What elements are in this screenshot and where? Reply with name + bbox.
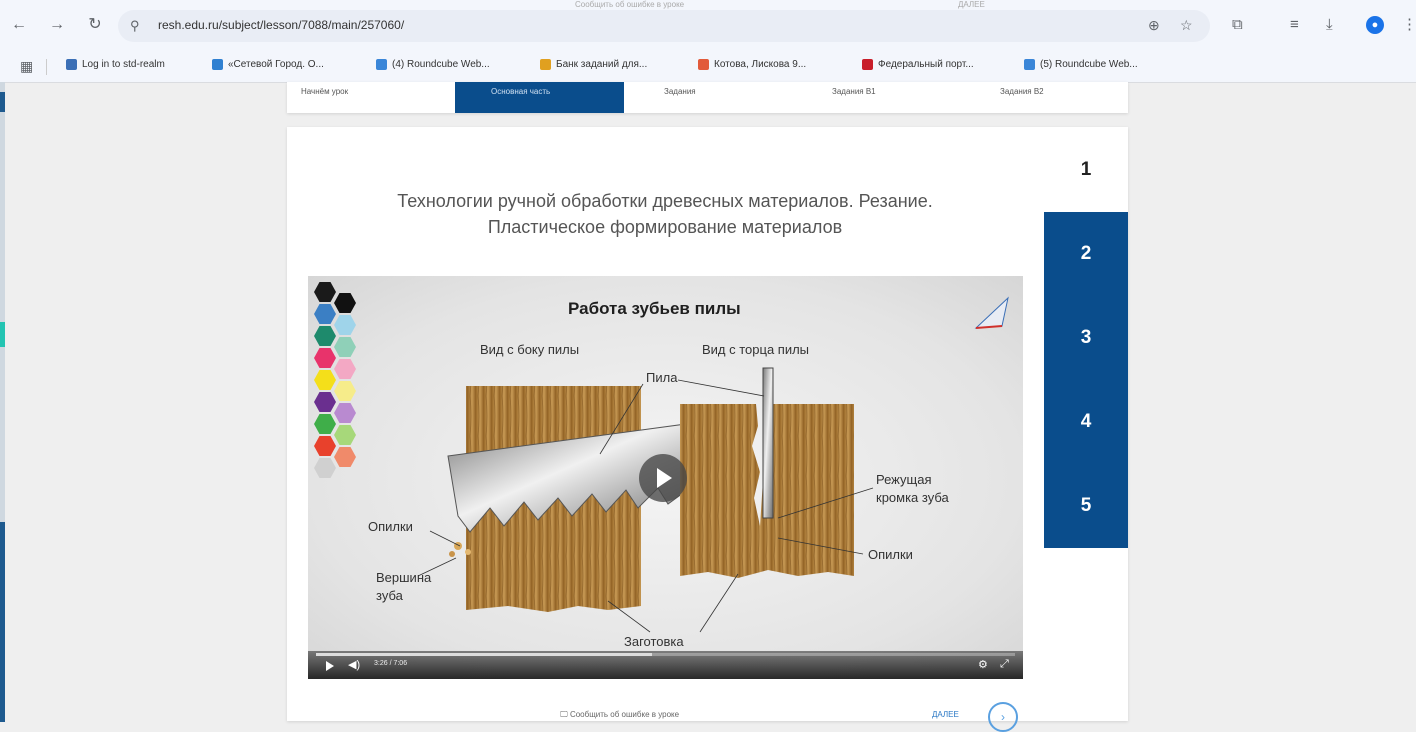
reading-list-icon[interactable]: ≡ [1290,15,1299,35]
wood-bottom-block [466,538,641,612]
volume-icon[interactable]: ◀) [348,658,360,671]
url-text[interactable]: resh.edu.ru/subject/lesson/7088/main/257… [158,18,404,32]
label-side-view: Вид с боку пилы [480,342,580,357]
palette-color-swatch[interactable] [334,447,356,467]
label-cutting-edge-1: Режущая [876,472,932,487]
palette-color-swatch[interactable] [334,381,356,401]
bookmark-favicon-icon [1024,59,1035,70]
site-info-icon[interactable]: ⚲ [130,18,140,34]
palette-color-swatch[interactable] [334,425,356,445]
browser-toolbar: ← → ↻ Сообщить об ошибке в уроке ДАЛЕЕ ⚲… [0,0,1416,52]
bookmark-star-icon[interactable]: ☆ [1180,17,1193,34]
palette-color-swatch[interactable] [314,436,336,456]
palette-color-swatch[interactable] [314,392,336,412]
back-arrow-icon[interactable]: ← [8,14,30,36]
bookmark-label: «Сетевой Город. О... [228,59,324,70]
report-error-link[interactable]: 🖵 Сообщить об ошибке в уроке [560,710,679,720]
reload-icon[interactable]: ↻ [84,14,106,36]
label-end-view: Вид с торца пилы [702,342,810,357]
step-3[interactable]: 3 [1044,296,1128,380]
step-1[interactable]: 1 [1044,128,1128,212]
palette-color-swatch[interactable] [334,293,356,313]
bookmark-favicon-icon [540,59,551,70]
lesson-title: Технологии ручной обработки древесных ма… [397,191,933,237]
bookmark-label: Котова, Лискова 9... [714,59,807,70]
extensions-icon[interactable]: ⧉ [1232,15,1243,35]
left-edge-strip [0,82,5,722]
video-controls: ◀) 3:26 / 7:06 ⚙ ⤢ [308,651,1023,679]
video-progress[interactable] [316,653,1015,656]
bookmark-item[interactable]: Банк заданий для... [540,59,647,70]
palette-color-swatch[interactable] [314,326,336,346]
fullscreen-icon[interactable]: ⤢ [1000,658,1009,671]
label-sawdust-left: Опилки [368,519,413,534]
saw-end-blade [762,367,774,519]
bookmark-item[interactable]: (4) Roundcube Web... [376,59,490,70]
label-cutting-edge-2: кромка зуба [876,490,949,505]
palette-color-swatch[interactable] [314,304,336,324]
bookmark-favicon-icon [698,59,709,70]
bookmarks-bar: ▦ Log in to std-realm «Сетевой Город. О..… [0,52,1416,83]
bookmark-label: Банк заданий для... [556,59,648,70]
palette-color-swatch[interactable] [314,458,336,478]
ghost-tooltip-next: ДАЛЕЕ [958,0,985,9]
label-sawdust-right: Опилки [868,547,913,562]
ghost-tooltip: Сообщить об ошибке в уроке [575,0,685,9]
profile-avatar[interactable]: ● [1366,16,1384,34]
step-4[interactable]: 4 [1044,380,1128,464]
bookmark-item[interactable]: Федеральный порт... [862,59,974,70]
video-title: Работа зубьев пилы [568,299,741,318]
resh-logo-icon [974,296,1009,329]
tab-tasks-b2[interactable]: Задания В2 [960,82,1128,113]
tab-tasks-b1[interactable]: Задания В1 [792,82,960,113]
download-icon[interactable]: ⤓ [1326,15,1333,35]
play-icon[interactable] [326,661,334,671]
step-2[interactable]: 2 [1044,212,1128,296]
arrow-right-circle-icon[interactable]: › [988,702,1018,732]
bookmark-label: Федеральный порт... [878,59,974,70]
bookmark-item[interactable]: (5) Roundcube Web... [1024,59,1138,70]
menu-kebab-icon[interactable]: ⋮ [1402,15,1416,35]
lesson-tabs: Начнём урок Основная часть Задания Задан… [287,82,1128,113]
address-bar[interactable]: ⚲ resh.edu.ru/subject/lesson/7088/main/2… [118,10,1210,42]
tab-start[interactable]: Начнём урок [287,82,455,113]
label-tooth-tip-1: Вершина [376,570,432,585]
palette-color-swatch[interactable] [334,403,356,423]
palette-color-swatch[interactable] [314,348,336,368]
settings-gear-icon[interactable]: ⚙ [978,658,988,671]
zoom-icon[interactable]: ⊕ [1148,17,1160,34]
tab-main-part[interactable]: Основная часть [455,82,624,113]
bookmark-separator [46,59,47,75]
palette-color-swatch[interactable] [314,414,336,434]
bookmark-favicon-icon [862,59,873,70]
bookmark-favicon-icon [376,59,387,70]
apps-grid-icon[interactable]: ▦ [20,58,33,75]
play-overlay-icon[interactable] [639,454,687,502]
bookmark-favicon-icon [212,59,223,70]
palette-color-swatch[interactable] [314,370,336,390]
step-5[interactable]: 5 [1044,464,1128,548]
video-time: 3:26 / 7:06 [374,660,408,667]
palette-color-swatch[interactable] [314,282,336,302]
label-workpiece: Заготовка [624,634,684,649]
color-palette [308,276,368,486]
next-link[interactable]: ДАЛЕЕ [932,710,959,719]
label-tooth-tip-2: зуба [376,588,403,603]
palette-color-swatch[interactable] [334,337,356,357]
forward-arrow-icon[interactable]: → [46,14,68,36]
bookmark-item[interactable]: Котова, Лискова 9... [698,59,806,70]
tab-tasks[interactable]: Задания [624,82,792,113]
bookmark-label: (4) Roundcube Web... [392,59,490,70]
label-saw: Пила [646,370,678,385]
bookmark-label: (5) Roundcube Web... [1040,59,1138,70]
bookmark-item[interactable]: Log in to std-realm [66,59,165,70]
bookmark-item[interactable]: «Сетевой Город. О... [212,59,324,70]
palette-color-swatch[interactable] [334,359,356,379]
video-player[interactable]: Работа зубьев пилы Вид с боку пилы Вид с… [308,276,1023,679]
bookmark-favicon-icon [66,59,77,70]
palette-color-swatch[interactable] [334,315,356,335]
bookmark-label: Log in to std-realm [82,59,165,70]
